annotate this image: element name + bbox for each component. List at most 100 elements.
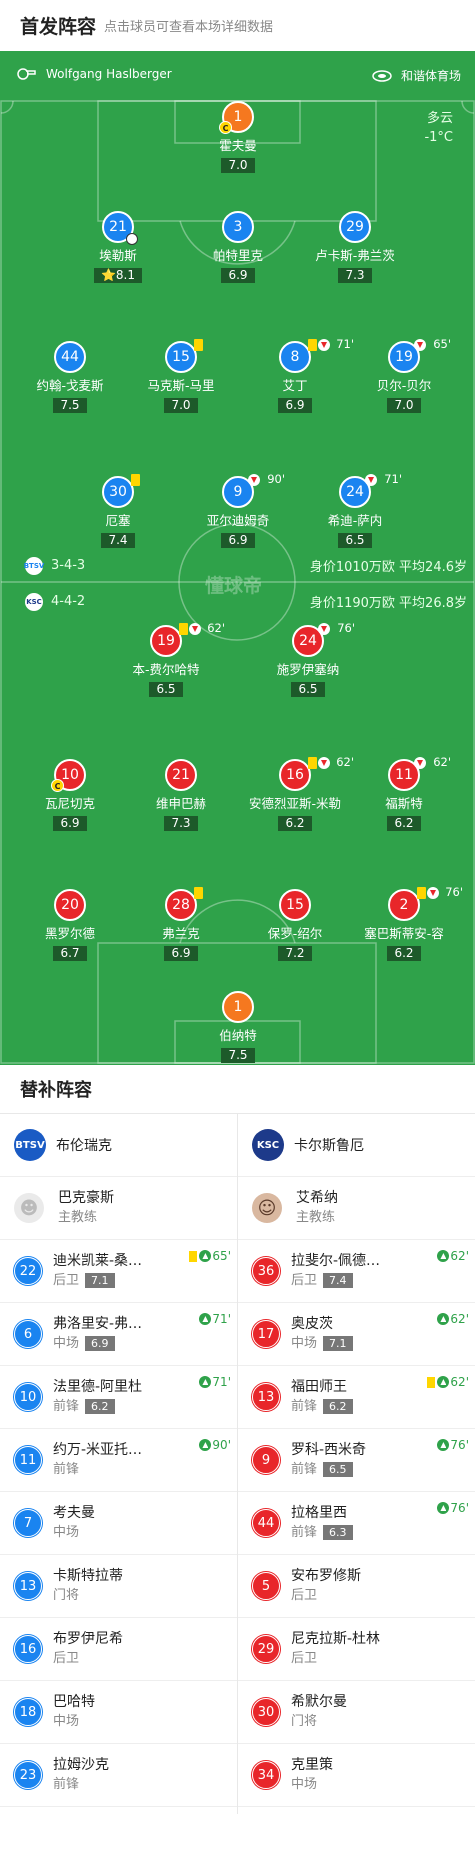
sub-out-icon: [365, 474, 377, 486]
home-sub-row[interactable]: 7 考夫曼 中场: [0, 1492, 237, 1555]
home-sub-row[interactable]: 23 拉姆沙克 前锋: [0, 1744, 237, 1807]
away-formation-row: KSC 4-4-2 身价1190万欧 平均26.8岁: [25, 592, 467, 611]
away-coach-row[interactable]: ☺ 艾希纳 主教练: [238, 1177, 475, 1240]
subs-title: 替补阵容: [0, 1065, 475, 1114]
home-player-24[interactable]: 24 71' 希迪-萨内 6.5: [305, 472, 405, 548]
home-player-3[interactable]: 3 帕特里克 6.9: [188, 211, 288, 283]
player-name: 马克斯-马里: [147, 378, 215, 393]
away-team-row[interactable]: KSC 卡尔斯鲁厄: [238, 1114, 475, 1177]
sub-name: 弗洛里安-弗…: [53, 1316, 143, 1332]
player-name: 厄塞: [105, 513, 131, 528]
whistle-icon: [17, 68, 36, 80]
away-sub-row[interactable]: 13 福田师王 前锋 6.2 62': [238, 1366, 475, 1429]
player-rating: 6.2: [387, 816, 421, 831]
away-player-24[interactable]: 24 76' 施罗伊塞纳 6.5: [258, 621, 358, 697]
home-team-row[interactable]: BTSV 布伦瑞克: [0, 1114, 237, 1177]
away-player-21[interactable]: 21 维申巴赫 7.3: [131, 759, 231, 831]
player-name: 霍夫曼: [219, 138, 257, 153]
away-player-19[interactable]: 19 62' 本-费尔哈特 6.5: [116, 621, 225, 697]
home-player-9[interactable]: 9 90' 亚尔迪姆奇 6.9: [188, 472, 288, 548]
home-sub-row[interactable]: 6 弗洛里安-弗… 中场 6.9 71': [0, 1303, 237, 1366]
home-player-44[interactable]: 44 约翰-戈麦斯 7.5: [20, 341, 120, 413]
sub-time: 76': [445, 885, 463, 899]
sub-name: 拉姆沙克: [53, 1757, 109, 1773]
player-rating: 7.5: [53, 398, 87, 413]
sub-position: 中场: [291, 1777, 318, 1792]
sub-number: 17: [252, 1320, 280, 1348]
home-player-1[interactable]: 1C 霍夫曼 7.0: [188, 101, 288, 173]
sub-position: 前锋: [291, 1399, 318, 1414]
sub-position: 后卫: [291, 1651, 318, 1666]
home-player-15[interactable]: 15 马克斯-马里 7.0: [131, 339, 231, 413]
sub-in-icon: [437, 1313, 450, 1325]
home-player-8[interactable]: 8 71' 艾丁 6.9: [245, 337, 354, 413]
home-coach-row[interactable]: ☻ 巴克豪斯 主教练: [0, 1177, 237, 1240]
sub-name: 安布罗修斯: [291, 1568, 361, 1584]
away-sub-row[interactable]: 9 罗科-西米奇 前锋 6.5 76': [238, 1429, 475, 1492]
away-player-11[interactable]: 11 62' 福斯特 6.2: [354, 755, 454, 831]
away-sub-row[interactable]: 30 希默尔曼 门将: [238, 1681, 475, 1744]
player-name: 约翰-戈麦斯: [36, 378, 104, 393]
away-sub-row[interactable]: 34 克里策 中场: [238, 1744, 475, 1807]
sub-position: 前锋: [53, 1462, 80, 1477]
away-sub-row[interactable]: 17 奥皮茨 中场 7.1 62': [238, 1303, 475, 1366]
player-rating: 6.2: [278, 816, 312, 831]
home-sub-row[interactable]: 16 布罗伊尼希 后卫: [0, 1618, 237, 1681]
sub-position: 前锋: [53, 1399, 80, 1414]
sub-name: 尼克拉斯-杜林: [291, 1631, 381, 1647]
player-name: 亚尔迪姆奇: [206, 513, 270, 528]
away-player-15[interactable]: 15 保罗-绍尔 7.2: [245, 889, 345, 961]
sub-number: 34: [252, 1761, 280, 1789]
captain-badge: C: [219, 121, 232, 134]
home-sub-row[interactable]: 10 法里德-阿里杜 前锋 6.2 71': [0, 1366, 237, 1429]
player-name: 塞巴斯蒂安-容: [364, 926, 444, 941]
player-rating: 6.5: [291, 682, 325, 697]
sub-out-icon: [318, 623, 330, 635]
pitch: Wolfgang Haslberger 和谐体育场 多云 -1°C 懂球帝 1C…: [0, 51, 475, 1065]
player-name: 福斯特: [385, 796, 423, 811]
sub-number: 9: [252, 1446, 280, 1474]
away-sub-row[interactable]: 36 拉斐尔-佩德… 后卫 7.4 62': [238, 1240, 475, 1303]
away-player-2[interactable]: 2 76' 塞巴斯蒂安-容 6.2: [354, 885, 463, 961]
away-sub-row[interactable]: 29 尼克拉斯-杜林 后卫: [238, 1618, 475, 1681]
home-sub-row[interactable]: 13 卡斯特拉蒂 门将: [0, 1555, 237, 1618]
away-player-20[interactable]: 20 黑罗尔德 6.7: [20, 889, 120, 961]
away-player-1[interactable]: 1 伯纳特 7.5: [188, 991, 288, 1063]
sub-out-icon: [414, 339, 426, 351]
away-sub-row[interactable]: 44 拉格里西 前锋 6.3 76': [238, 1492, 475, 1555]
player-name: 埃勒斯: [99, 248, 137, 263]
home-player-30[interactable]: 30 厄塞 7.4: [68, 474, 168, 548]
player-name: 希迪-萨内: [327, 513, 383, 528]
player-name: 瓦尼切克: [44, 796, 95, 811]
yellow-card-icon: [131, 474, 140, 486]
player-rating: 6.9: [164, 946, 198, 961]
player-name: 卢卡斯-弗兰茨: [315, 248, 395, 263]
home-player-29[interactable]: 29 卢卡斯-弗兰茨 7.3: [305, 211, 405, 283]
coach-avatar: ☺: [252, 1193, 282, 1223]
sub-rating: 6.5: [323, 1462, 353, 1477]
sub-rating: 6.3: [323, 1525, 353, 1540]
away-player-28[interactable]: 28 弗兰克 6.9: [131, 887, 231, 961]
away-player-10[interactable]: 10 C 瓦尼切克 6.9: [20, 759, 120, 831]
player-name: 帕特里克: [212, 248, 263, 263]
away-player-16[interactable]: 16 62' 安德烈亚斯-米勒 6.2: [245, 755, 354, 831]
sub-number: 13: [252, 1383, 280, 1411]
home-player-19[interactable]: 19 65' 贝尔-贝尔 7.0: [354, 337, 454, 413]
away-subs-column: KSC 卡尔斯鲁厄 ☺ 艾希纳 主教练 36 拉斐尔-佩德… 后卫 7.4 62' 17 奥…: [238, 1114, 475, 1814]
home-player-21[interactable]: 21 埃勒斯 ⭐8.1: [68, 211, 168, 283]
sub-time: 76': [337, 621, 355, 635]
home-sub-row[interactable]: 11 约万-米亚托… 前锋 90': [0, 1429, 237, 1492]
home-sub-row[interactable]: 22 迪米凯莱-桑… 后卫 7.1 65': [0, 1240, 237, 1303]
player-rating: 7.3: [338, 268, 372, 283]
yellow-card-icon: [417, 887, 426, 899]
home-sub-row[interactable]: 18 巴哈特 中场: [0, 1681, 237, 1744]
away-sub-row[interactable]: 5 安布罗修斯 后卫: [238, 1555, 475, 1618]
sub-position: 后卫: [53, 1651, 80, 1666]
sub-position: 前锋: [53, 1777, 80, 1792]
away-team-logo: KSC: [252, 1129, 284, 1161]
home-value: 身价1010万欧 平均24.6岁: [309, 560, 467, 575]
sub-event: 65': [189, 1249, 231, 1263]
referee-info: Wolfgang Haslberger: [16, 67, 172, 81]
venue-info: 和谐体育场: [371, 67, 461, 84]
home-subs-column: BTSV 布伦瑞克 ☻ 巴克豪斯 主教练 22 迪米凯莱-桑… 后卫 7.1 65' 6 弗…: [0, 1114, 238, 1814]
